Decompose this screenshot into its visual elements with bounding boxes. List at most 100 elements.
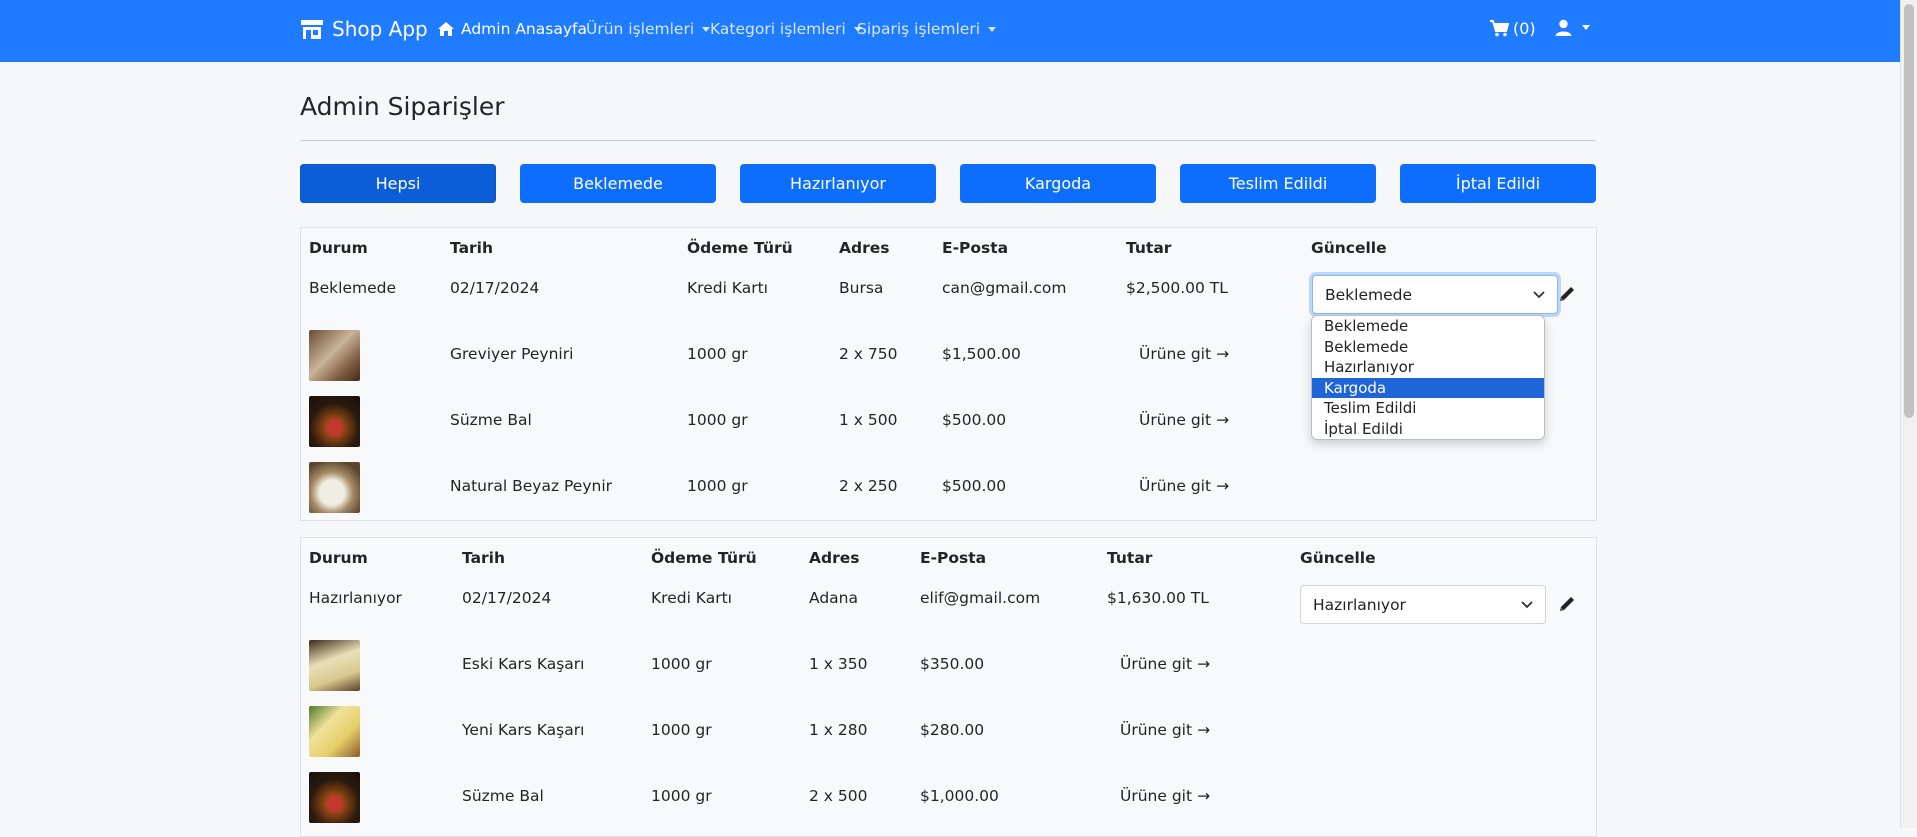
header-date: Tarih [450, 239, 494, 257]
pencil-icon[interactable] [1558, 595, 1576, 613]
nav-order-ops[interactable]: Sipariş işlemleri [857, 20, 997, 38]
go-to-product-label: Ürüne git [1139, 477, 1212, 495]
status-option[interactable]: Teslim Edildi [1312, 398, 1544, 419]
item-weight: 1000 gr [687, 477, 748, 495]
header-date: Tarih [462, 549, 506, 567]
go-to-product-link[interactable]: Ürüne git → [1120, 721, 1210, 739]
status-filters: Hepsi Beklemede Hazırlanıyor Kargoda Tes… [300, 164, 1596, 203]
status-option[interactable]: Hazırlanıyor [1312, 357, 1544, 378]
item-name: Greviyer Peyniri [450, 345, 574, 363]
nav-category-ops[interactable]: Kategori işlemleri [710, 20, 862, 38]
home-icon [438, 22, 454, 36]
filter-preparing-button[interactable]: Hazırlanıyor [740, 164, 936, 203]
go-to-product-link[interactable]: Ürüne git → [1139, 411, 1229, 429]
brand-name: Shop App [332, 17, 428, 41]
nav-order-ops-label: Sipariş işlemleri [857, 20, 981, 38]
order-email: can@gmail.com [942, 279, 1067, 297]
chevron-down-icon [1521, 600, 1533, 608]
item-price: $500.00 [942, 411, 1007, 429]
status-dropdown-list: Beklemede Beklemede Hazırlanıyor Kargoda… [1311, 315, 1545, 440]
header-address: Adres [809, 549, 860, 567]
scrollbar-thumb[interactable] [1904, 4, 1914, 418]
go-to-product-link[interactable]: Ürüne git → [1139, 477, 1229, 495]
status-select[interactable]: Beklemede [1312, 275, 1558, 314]
item-price: $500.00 [942, 477, 1007, 495]
nav-category-ops-label: Kategori işlemleri [710, 20, 846, 38]
header-status: Durum [309, 239, 368, 257]
cart-icon [1490, 20, 1509, 37]
item-weight: 1000 gr [687, 345, 748, 363]
arrow-right-icon: → [1216, 411, 1230, 429]
go-to-product-link[interactable]: Ürüne git → [1139, 345, 1229, 363]
order-payment: Kredi Kartı [687, 279, 768, 297]
status-option-highlighted[interactable]: Kargoda [1312, 377, 1544, 398]
item-qty: 2 x 750 [839, 345, 898, 363]
item-price: $280.00 [920, 721, 985, 739]
arrow-right-icon: → [1216, 345, 1230, 363]
order-address: Adana [809, 589, 858, 607]
filter-pending-button[interactable]: Beklemede [520, 164, 716, 203]
status-select[interactable]: Hazırlanıyor [1300, 585, 1546, 624]
item-name: Natural Beyaz Peynir [450, 477, 613, 495]
status-option[interactable]: Beklemede [1312, 316, 1544, 337]
status-select-value: Hazırlanıyor [1313, 595, 1406, 614]
item-qty: 1 x 350 [809, 655, 868, 673]
filter-shipping-button[interactable]: Kargoda [960, 164, 1156, 203]
order-email: elif@gmail.com [920, 589, 1041, 607]
filter-cancelled-button[interactable]: İptal Edildi [1400, 164, 1596, 203]
header-address: Adres [839, 239, 890, 257]
item-qty: 2 x 500 [809, 787, 868, 805]
item-name: Yeni Kars Kaşarı [462, 721, 585, 739]
item-price: $350.00 [920, 655, 985, 673]
item-qty: 1 x 280 [809, 721, 868, 739]
go-to-product-link[interactable]: Ürüne git → [1120, 655, 1210, 673]
chevron-down-icon [702, 26, 711, 32]
order-date: 02/17/2024 [450, 279, 540, 297]
cart-link[interactable]: (0) [1490, 19, 1536, 38]
go-to-product-label: Ürüne git [1120, 787, 1193, 805]
cart-count: (0) [1513, 19, 1536, 38]
header-email: E-Posta [942, 239, 1009, 257]
brand[interactable]: Shop App [300, 17, 428, 41]
arrow-right-icon: → [1197, 721, 1211, 739]
filter-all-button[interactable]: Hepsi [300, 164, 496, 203]
order-total: $2,500.00 TL [1126, 279, 1228, 297]
header-payment: Ödeme Türü [651, 549, 757, 567]
product-image [309, 330, 360, 381]
item-qty: 2 x 250 [839, 477, 898, 495]
item-name: Süzme Bal [450, 411, 532, 429]
item-price: $1,500.00 [942, 345, 1021, 363]
chevron-down-icon [988, 26, 997, 32]
item-weight: 1000 gr [687, 411, 748, 429]
go-to-product-label: Ürüne git [1139, 411, 1212, 429]
header-email: E-Posta [920, 549, 987, 567]
status-select-value: Beklemede [1325, 285, 1412, 304]
pencil-icon[interactable] [1558, 285, 1576, 303]
nav-product-ops-label: Ürün işlemleri [586, 20, 695, 38]
product-image [309, 640, 360, 691]
nav-product-ops[interactable]: Ürün işlemleri [586, 20, 711, 38]
vertical-scrollbar[interactable] [1900, 0, 1917, 828]
status-option[interactable]: İptal Edildi [1312, 419, 1544, 440]
header-payment: Ödeme Türü [687, 239, 793, 257]
header-update: Güncelle [1311, 239, 1387, 257]
nav-admin-home-label: Admin Anasayfa [461, 20, 587, 38]
item-weight: 1000 gr [651, 655, 712, 673]
go-to-product-link[interactable]: Ürüne git → [1120, 787, 1210, 805]
product-image [309, 396, 360, 447]
product-image [309, 706, 360, 757]
divider [300, 140, 1596, 141]
order-status: Hazırlanıyor [309, 589, 402, 607]
header-update: Güncelle [1300, 549, 1376, 567]
navbar: Shop App Admin Anasayfa Ürün işlemleri K… [0, 0, 1900, 62]
user-menu[interactable] [1555, 19, 1590, 36]
nav-admin-home[interactable]: Admin Anasayfa [437, 20, 587, 38]
chevron-down-icon [1582, 25, 1590, 30]
order-status: Beklemede [309, 279, 396, 297]
go-to-product-label: Ürüne git [1120, 655, 1193, 673]
filter-delivered-button[interactable]: Teslim Edildi [1180, 164, 1376, 203]
item-price: $1,000.00 [920, 787, 999, 805]
status-option[interactable]: Beklemede [1312, 337, 1544, 358]
header-total: Tutar [1126, 239, 1172, 257]
item-weight: 1000 gr [651, 721, 712, 739]
